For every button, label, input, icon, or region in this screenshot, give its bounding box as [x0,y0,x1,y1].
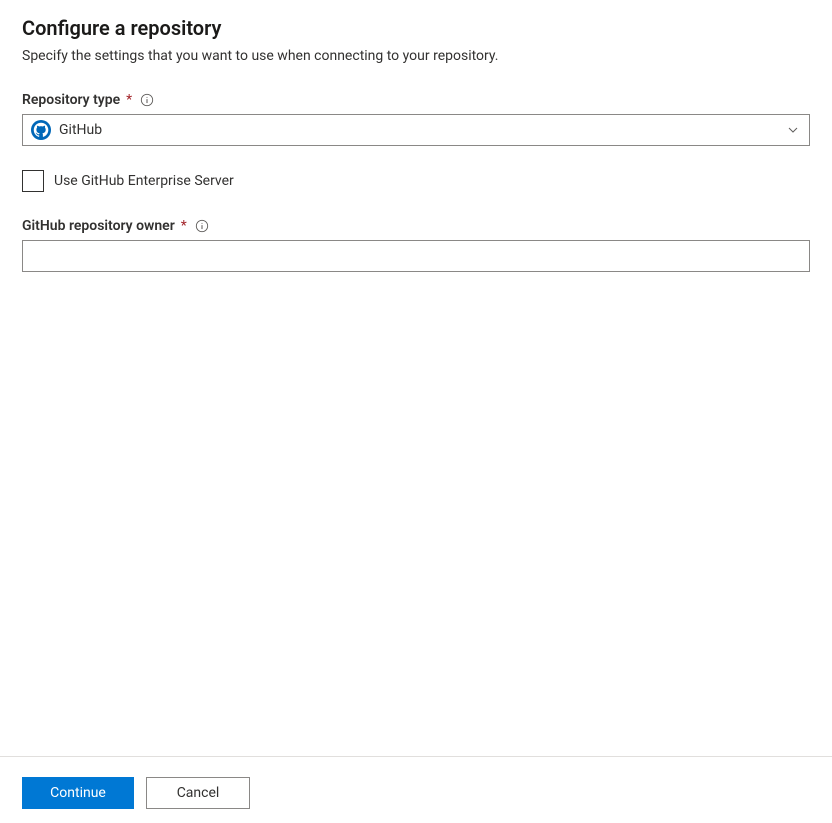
page-subtitle: Specify the settings that you want to us… [22,48,810,64]
repository-owner-label: GitHub repository owner [22,218,175,234]
required-indicator: * [126,92,132,108]
field-repository-owner: GitHub repository owner * [22,218,810,272]
repository-owner-label-row: GitHub repository owner * [22,218,810,234]
repository-owner-input[interactable] [22,240,810,272]
footer-actions: Continue Cancel [0,756,832,823]
form-content: Configure a repository Specify the setti… [0,0,832,272]
page-title: Configure a repository [22,16,810,40]
repository-type-label: Repository type [22,92,120,108]
continue-button[interactable]: Continue [22,777,134,809]
field-repository-type: Repository type * GitHub [22,92,810,146]
info-icon[interactable] [140,93,154,107]
use-enterprise-row: Use GitHub Enterprise Server [22,170,810,192]
required-indicator: * [181,218,187,234]
github-icon [31,120,51,140]
repository-type-label-row: Repository type * [22,92,810,108]
use-enterprise-checkbox[interactable] [22,170,44,192]
use-enterprise-label[interactable]: Use GitHub Enterprise Server [54,173,234,189]
repository-type-value: GitHub [59,122,777,138]
cancel-button[interactable]: Cancel [146,777,250,809]
info-icon[interactable] [195,219,209,233]
repository-type-dropdown[interactable]: GitHub [22,114,810,146]
chevron-down-icon [787,124,799,136]
